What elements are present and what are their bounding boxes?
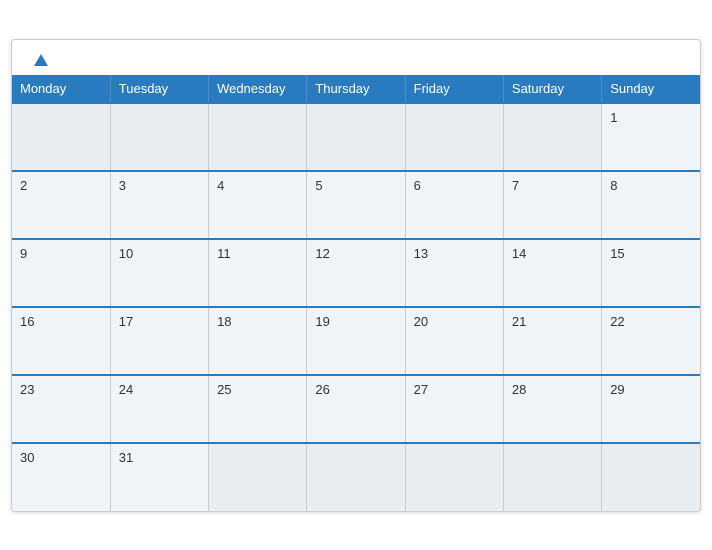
calendar: MondayTuesdayWednesdayThursdayFridaySatu…: [11, 39, 701, 512]
calendar-cell: [602, 443, 700, 511]
logo-area: [30, 54, 48, 67]
calendar-cell: 16: [12, 307, 110, 375]
day-number: 18: [217, 314, 231, 329]
calendar-cell: 6: [405, 171, 503, 239]
day-number: 19: [315, 314, 329, 329]
day-number: 8: [610, 178, 617, 193]
calendar-cell: [307, 443, 405, 511]
calendar-cell: 19: [307, 307, 405, 375]
calendar-cell: 8: [602, 171, 700, 239]
calendar-cell: 14: [503, 239, 601, 307]
weekday-header-saturday: Saturday: [503, 75, 601, 103]
day-number: 29: [610, 382, 624, 397]
weekday-header-tuesday: Tuesday: [110, 75, 208, 103]
calendar-cell: 7: [503, 171, 601, 239]
day-number: 15: [610, 246, 624, 261]
calendar-cell: 4: [209, 171, 307, 239]
calendar-cell: 22: [602, 307, 700, 375]
day-number: 6: [414, 178, 421, 193]
weekday-header-sunday: Sunday: [602, 75, 700, 103]
calendar-cell: [405, 443, 503, 511]
calendar-cell: [209, 103, 307, 171]
day-number: 1: [610, 110, 617, 125]
calendar-cell: 29: [602, 375, 700, 443]
day-number: 31: [119, 450, 133, 465]
calendar-cell: [405, 103, 503, 171]
week-row-2: 2 3 4 5 6 7 8: [12, 171, 700, 239]
calendar-cell: [307, 103, 405, 171]
calendar-cell: [209, 443, 307, 511]
calendar-weekdays-header: MondayTuesdayWednesdayThursdayFridaySatu…: [12, 75, 700, 103]
day-number: 21: [512, 314, 526, 329]
calendar-cell: 10: [110, 239, 208, 307]
day-number: 24: [119, 382, 133, 397]
weekday-header-wednesday: Wednesday: [209, 75, 307, 103]
calendar-cell: 5: [307, 171, 405, 239]
calendar-cell: 9: [12, 239, 110, 307]
calendar-cell: 27: [405, 375, 503, 443]
day-number: 17: [119, 314, 133, 329]
day-number: 16: [20, 314, 34, 329]
day-number: 27: [414, 382, 428, 397]
day-number: 9: [20, 246, 27, 261]
day-number: 20: [414, 314, 428, 329]
calendar-cell: 2: [12, 171, 110, 239]
weekday-row: MondayTuesdayWednesdayThursdayFridaySatu…: [12, 75, 700, 103]
calendar-cell: 17: [110, 307, 208, 375]
calendar-cell: 12: [307, 239, 405, 307]
day-number: 28: [512, 382, 526, 397]
day-number: 5: [315, 178, 322, 193]
weekday-header-friday: Friday: [405, 75, 503, 103]
day-number: 14: [512, 246, 526, 261]
calendar-body: 1234567891011121314151617181920212223242…: [12, 103, 700, 511]
day-number: 7: [512, 178, 519, 193]
calendar-cell: 23: [12, 375, 110, 443]
calendar-cell: 30: [12, 443, 110, 511]
weekday-header-monday: Monday: [12, 75, 110, 103]
calendar-cell: [12, 103, 110, 171]
logo-triangle-icon: [34, 54, 48, 66]
calendar-cell: 1: [602, 103, 700, 171]
logo-blue-text: [30, 54, 48, 67]
day-number: 2: [20, 178, 27, 193]
calendar-cell: [110, 103, 208, 171]
calendar-cell: 26: [307, 375, 405, 443]
calendar-cell: 3: [110, 171, 208, 239]
day-number: 30: [20, 450, 34, 465]
calendar-cell: [503, 103, 601, 171]
calendar-cell: 21: [503, 307, 601, 375]
week-row-4: 16 17 18 19 20 21 22: [12, 307, 700, 375]
calendar-cell: 20: [405, 307, 503, 375]
calendar-cell: 31: [110, 443, 208, 511]
calendar-cell: [503, 443, 601, 511]
calendar-grid: MondayTuesdayWednesdayThursdayFridaySatu…: [12, 75, 700, 511]
week-row-6: 30 31: [12, 443, 700, 511]
day-number: 26: [315, 382, 329, 397]
day-number: 22: [610, 314, 624, 329]
calendar-cell: 13: [405, 239, 503, 307]
week-row-5: 23 24 25 26 27 28 29: [12, 375, 700, 443]
calendar-header: [12, 40, 700, 75]
calendar-cell: 25: [209, 375, 307, 443]
day-number: 3: [119, 178, 126, 193]
week-row-1: 1: [12, 103, 700, 171]
day-number: 11: [217, 246, 231, 261]
day-number: 12: [315, 246, 329, 261]
calendar-cell: 24: [110, 375, 208, 443]
calendar-cell: 18: [209, 307, 307, 375]
calendar-cell: 15: [602, 239, 700, 307]
calendar-cell: 11: [209, 239, 307, 307]
day-number: 23: [20, 382, 34, 397]
day-number: 10: [119, 246, 133, 261]
weekday-header-thursday: Thursday: [307, 75, 405, 103]
calendar-cell: 28: [503, 375, 601, 443]
week-row-3: 9 10 11 12 13 14 15: [12, 239, 700, 307]
day-number: 4: [217, 178, 224, 193]
day-number: 25: [217, 382, 231, 397]
day-number: 13: [414, 246, 428, 261]
